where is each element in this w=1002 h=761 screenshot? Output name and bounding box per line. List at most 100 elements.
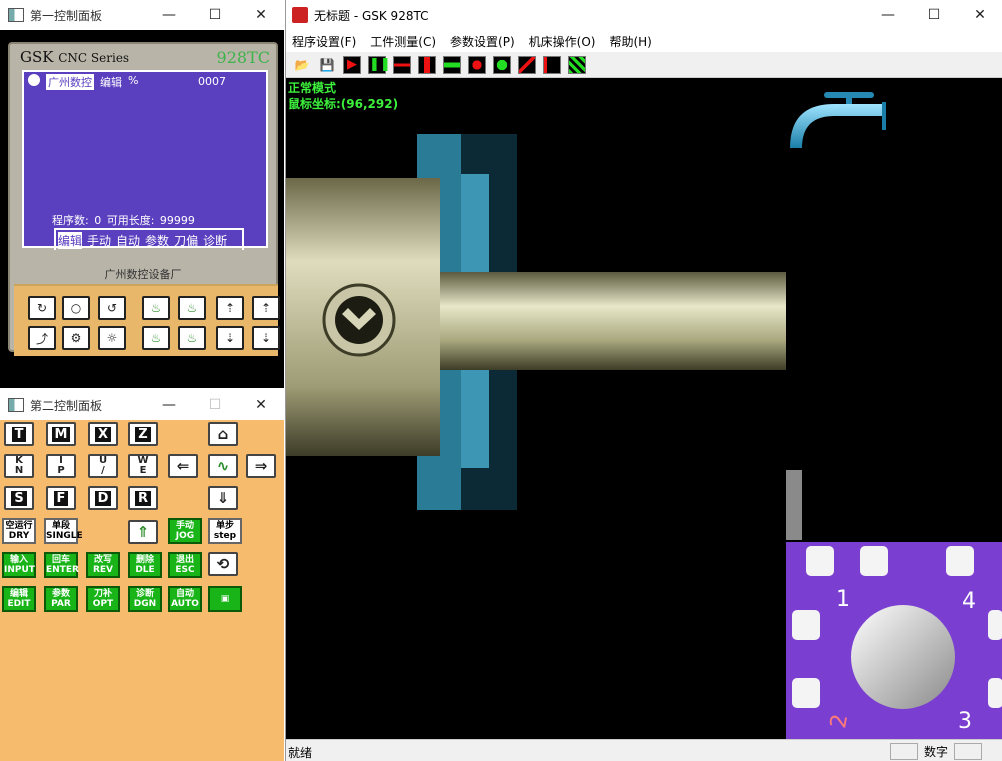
menu-measure[interactable]: 工件测量(C)	[370, 33, 436, 50]
tool-icon-8[interactable]	[567, 55, 587, 75]
control-panel-2-window: 第二控制面板 — ☐ ✕ T M X Z ⌂ KN IP U / WE ⇐ ∿ ⇒…	[0, 390, 284, 761]
step-mode-key[interactable]: 单步 step	[208, 518, 242, 544]
enter-key[interactable]: 回车 ENTER	[44, 552, 79, 578]
lcd-program-info: 程序数: 0 可用长度: 99999	[52, 214, 195, 227]
rapid-down-button[interactable]: ⇣	[216, 326, 244, 350]
lcd-menu-diag: 诊断	[203, 233, 228, 248]
dry-run-key[interactable]: 空运行 DRY	[2, 518, 36, 544]
lcd-screen: 广州数控 编辑 % 0007 程序数: 0 可用长度: 99999 编辑 手动 …	[22, 70, 268, 250]
single-block-key[interactable]: 单段 SINGLE	[44, 518, 83, 544]
menu-program[interactable]: 程序设置(F)	[292, 33, 356, 50]
key-z[interactable]: Z	[128, 422, 158, 446]
maximize-button[interactable]: ☐	[192, 0, 238, 30]
lcd-percent: %	[128, 74, 139, 87]
tailstock-rod	[786, 470, 802, 540]
feed-down-button[interactable]: ⇣	[252, 326, 280, 350]
tool-icon-5[interactable]	[492, 55, 512, 75]
coolant-nozzle	[790, 92, 886, 148]
delete-key[interactable]: 删除 DLE	[128, 552, 162, 578]
close-button[interactable]: ✕	[238, 0, 284, 30]
key-t[interactable]: T	[4, 422, 34, 446]
minimize-button[interactable]: —	[146, 390, 192, 420]
tool-icon-2[interactable]	[417, 55, 437, 75]
tool-icon-4[interactable]	[467, 55, 487, 75]
diag-mode-key[interactable]: 诊断 DGN	[128, 586, 162, 612]
panel-app-icon	[8, 8, 24, 22]
spindle-stop-button[interactable]: ○	[62, 296, 90, 320]
control-panel-1-window: 第一控制面板 — ☐ ✕ GSK CNC Series 928TC 广州数控 编…	[0, 0, 284, 388]
jog-z-minus-key[interactable]: ⇐	[168, 454, 198, 478]
key-k-n[interactable]: KN	[4, 454, 34, 478]
key-i-p[interactable]: IP	[46, 454, 76, 478]
start-key[interactable]: ▣	[208, 586, 242, 612]
reset-key[interactable]: ⌂	[208, 422, 238, 446]
maximize-button[interactable]: ☐	[911, 0, 957, 30]
spindle-ccw-button[interactable]: ↺	[98, 296, 126, 320]
key-x[interactable]: X	[88, 422, 118, 446]
simulation-viewport[interactable]: 正常模式 鼠标坐标:(96,292) 1 4 2 3	[286, 78, 1002, 739]
lube-off-button[interactable]: ♨	[178, 326, 206, 350]
key-u[interactable]: U /	[88, 454, 118, 478]
turret-label-1: 1	[836, 587, 850, 612]
open-icon[interactable]: 📂	[292, 55, 312, 75]
jog-x-plus-key[interactable]: ⇓	[208, 486, 238, 510]
key-s[interactable]: S	[4, 486, 34, 510]
workpiece-cylinder	[440, 272, 786, 370]
jog-z-plus-key[interactable]: ⇒	[246, 454, 276, 478]
esc-key[interactable]: 退出 ESC	[168, 552, 202, 578]
auto-mode-key[interactable]: 自动 AUTO	[168, 586, 202, 612]
rapid-feed-key[interactable]: ∿	[208, 454, 238, 478]
save-icon[interactable]: 💾	[317, 55, 337, 75]
tool-icon-3[interactable]	[442, 55, 462, 75]
edit-mode-key[interactable]: 编辑 EDIT	[2, 586, 36, 612]
close-button[interactable]: ✕	[957, 0, 1002, 30]
spindle-cw-button[interactable]: ↻	[28, 296, 56, 320]
tool-icon-7[interactable]	[542, 55, 562, 75]
panel1-titlebar[interactable]: 第一控制面板 — ☐ ✕	[0, 0, 284, 30]
input-key[interactable]: 输入 INPUT	[2, 552, 36, 578]
panel2-titlebar[interactable]: 第二控制面板 — ☐ ✕	[0, 390, 284, 420]
feed-up-button[interactable]: ⇡	[252, 296, 280, 320]
main-window: 无标题 - GSK 928TC — ☐ ✕ 程序设置(F) 工件测量(C) 参数…	[285, 0, 1002, 761]
menu-bar: 程序设置(F) 工件测量(C) 参数设置(P) 机床操作(O) 帮助(H)	[286, 30, 1002, 52]
menu-help[interactable]: 帮助(H)	[609, 33, 651, 50]
panel-app-icon	[8, 398, 24, 412]
lcd-menu: 编辑 手动 自动 参数 刀偏 诊断	[54, 228, 244, 250]
lube-button[interactable]: ♨	[178, 296, 206, 320]
tool-change-button[interactable]: ⤴	[28, 326, 56, 350]
menu-params[interactable]: 参数设置(P)	[450, 33, 515, 50]
minimize-button[interactable]: —	[865, 0, 911, 30]
light-button[interactable]: ☼	[98, 326, 126, 350]
rapid-up-button[interactable]: ⇡	[216, 296, 244, 320]
offset-mode-key[interactable]: 刀补 OPT	[86, 586, 120, 612]
jog-mode-key[interactable]: 手动 JOG	[168, 518, 202, 544]
minimize-button[interactable]: —	[146, 0, 192, 30]
lcd-menu-manual: 手动	[87, 233, 112, 248]
cycle-key[interactable]: ⟲	[208, 552, 238, 576]
factory-label: 广州数控设备厂	[104, 268, 182, 281]
tool-icon-6[interactable]	[517, 55, 537, 75]
pause-icon[interactable]: ❚❚	[367, 55, 391, 75]
coolant-on-button[interactable]: ♨	[142, 296, 170, 320]
menu-machine[interactable]: 机床操作(O)	[529, 33, 596, 50]
lcd-mode: 编辑	[100, 76, 122, 89]
key-w-e[interactable]: WE	[128, 454, 158, 478]
key-r[interactable]: R	[128, 486, 158, 510]
coolant-off-button[interactable]: ♨	[142, 326, 170, 350]
key-f[interactable]: F	[46, 486, 76, 510]
run-icon[interactable]: ▶	[342, 55, 362, 75]
status-bar: 就绪 数字	[286, 739, 1002, 761]
key-d[interactable]: D	[88, 486, 118, 510]
param-mode-key[interactable]: 参数 PAR	[44, 586, 78, 612]
chuck-button[interactable]: ⚙	[62, 326, 90, 350]
main-titlebar[interactable]: 无标题 - GSK 928TC — ☐ ✕	[286, 0, 1002, 30]
status-pane-2	[954, 743, 982, 760]
close-button[interactable]: ✕	[238, 390, 284, 420]
lcd-program-number: 0007	[198, 75, 226, 88]
key-m[interactable]: M	[46, 422, 76, 446]
rev-key[interactable]: 改写 REV	[86, 552, 120, 578]
maximize-button: ☐	[208, 397, 222, 413]
tool-icon-1[interactable]	[392, 55, 412, 75]
lcd-menu-edit: 编辑	[58, 231, 83, 249]
jog-x-minus-key[interactable]: ⇑	[128, 520, 158, 544]
